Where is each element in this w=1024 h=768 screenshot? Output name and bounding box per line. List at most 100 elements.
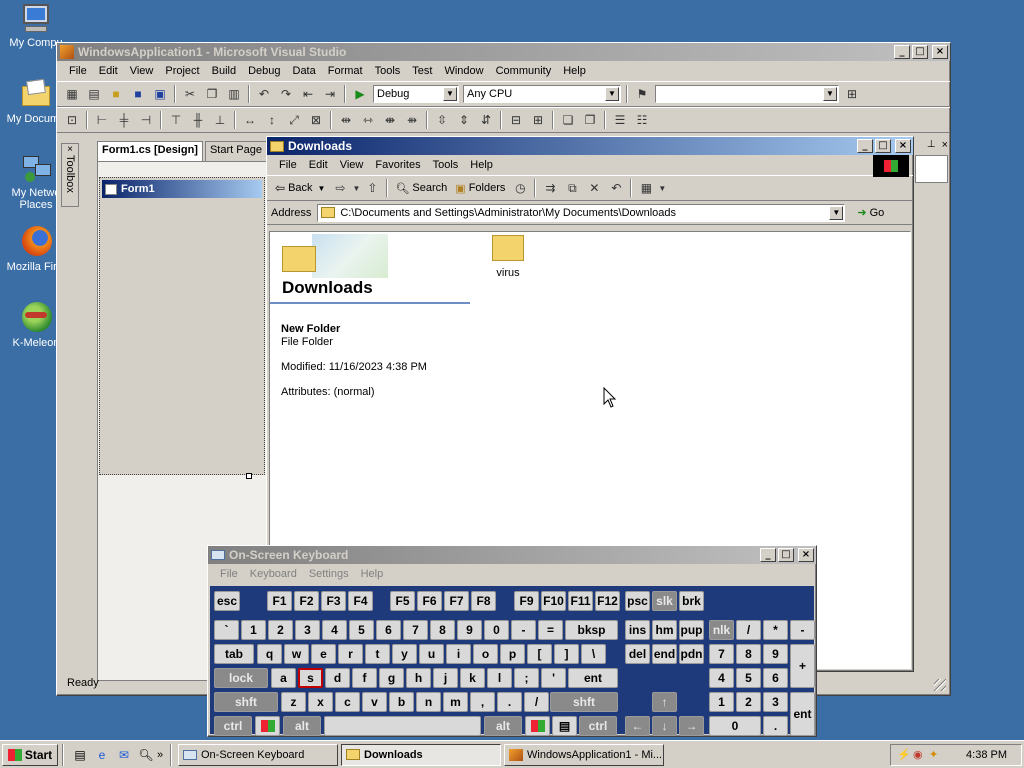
- key-f10[interactable]: F10: [541, 591, 566, 611]
- key-g[interactable]: g: [379, 668, 404, 688]
- key-f7[interactable]: F7: [444, 591, 469, 611]
- key-pup[interactable]: pup: [679, 620, 704, 640]
- menu-test[interactable]: Test: [406, 65, 438, 77]
- menu-help[interactable]: Help: [355, 568, 390, 580]
- solution-explorer-icon[interactable]: ⊞: [841, 84, 863, 104]
- key-shft[interactable]: shft: [550, 692, 618, 712]
- key-p[interactable]: p: [500, 644, 525, 664]
- key-v[interactable]: v: [362, 692, 387, 712]
- start-button[interactable]: Start: [2, 743, 58, 766]
- key-2[interactable]: 2: [268, 620, 293, 640]
- key-3[interactable]: 3: [763, 692, 788, 712]
- outlook-express-icon[interactable]: ✉: [113, 748, 135, 762]
- key-o[interactable]: o: [473, 644, 498, 664]
- find-in-files-icon[interactable]: ⚑: [631, 84, 653, 104]
- task-downloads[interactable]: Downloads: [341, 743, 501, 766]
- search-icon[interactable]: 🔍︎: [135, 748, 157, 762]
- key-quote[interactable]: ': [541, 668, 566, 688]
- menu-view[interactable]: View: [124, 65, 160, 77]
- key-e[interactable]: e: [311, 644, 336, 664]
- key-ins[interactable]: ins: [625, 620, 650, 640]
- copy-to-icon[interactable]: ⧉: [561, 178, 583, 198]
- copy-icon[interactable]: ❐: [201, 84, 223, 104]
- align-middles-icon[interactable]: ╫: [187, 110, 209, 130]
- center-horizontally-icon[interactable]: ⊟: [505, 110, 527, 130]
- maximize-button[interactable]: □: [875, 139, 891, 153]
- key-8[interactable]: 8: [430, 620, 455, 640]
- decrease-horizontal-spacing-icon[interactable]: ⇼: [379, 110, 401, 130]
- remove-horizontal-spacing-icon[interactable]: ⇻: [401, 110, 423, 130]
- key-1[interactable]: 1: [709, 692, 734, 712]
- align-bottoms-icon[interactable]: ⊥: [209, 110, 231, 130]
- maximize-button[interactable]: □: [912, 45, 928, 59]
- key-slash[interactable]: /: [736, 620, 761, 640]
- pin-icon[interactable]: ⊥: [927, 139, 936, 155]
- move-to-icon[interactable]: ⇉: [539, 178, 561, 198]
- menu-file[interactable]: File: [273, 159, 303, 171]
- key-7[interactable]: 7: [403, 620, 428, 640]
- up-folder-icon[interactable]: ⇧: [361, 178, 383, 198]
- key-f1[interactable]: F1: [267, 591, 292, 611]
- key-ent[interactable]: ent: [790, 692, 815, 736]
- menu-format[interactable]: Format: [322, 65, 369, 77]
- center-vertically-icon[interactable]: ⊞: [527, 110, 549, 130]
- menu-community[interactable]: Community: [490, 65, 558, 77]
- menu-view[interactable]: View: [334, 159, 370, 171]
- send-to-back-icon[interactable]: ❐: [579, 110, 601, 130]
- key-rbracket[interactable]: ]: [554, 644, 579, 664]
- save-icon[interactable]: ■: [127, 84, 149, 104]
- key-slk[interactable]: slk: [652, 591, 677, 611]
- menu-data[interactable]: Data: [287, 65, 322, 77]
- start-debug-icon[interactable]: ▶: [349, 84, 371, 104]
- key-up[interactable]: ↑: [652, 692, 677, 712]
- chevron-down-icon[interactable]: ▼: [657, 178, 667, 198]
- make-same-height-icon[interactable]: ↕: [261, 110, 283, 130]
- solution-platform-combo[interactable]: Any CPU ▼: [463, 85, 621, 103]
- menu-file[interactable]: File: [214, 568, 244, 580]
- key-alt[interactable]: alt: [484, 716, 522, 736]
- form1-designer[interactable]: Form1: [99, 177, 265, 475]
- close-icon[interactable]: ×: [942, 139, 948, 155]
- folders-button[interactable]: ▣ Folders: [451, 182, 509, 195]
- key-pdn[interactable]: pdn: [679, 644, 704, 664]
- key-k[interactable]: k: [460, 668, 485, 688]
- key-3[interactable]: 3: [295, 620, 320, 640]
- key-period[interactable]: .: [763, 716, 788, 736]
- key-semicolon[interactable]: ;: [514, 668, 539, 688]
- key-0[interactable]: 0: [709, 716, 761, 736]
- add-item-icon[interactable]: ▤: [83, 84, 105, 104]
- key-1[interactable]: 1: [241, 620, 266, 640]
- key-s[interactable]: s: [298, 668, 323, 688]
- navigate-back-icon[interactable]: ⇤: [297, 84, 319, 104]
- key-b[interactable]: b: [389, 692, 414, 712]
- key-d[interactable]: d: [325, 668, 350, 688]
- key-comma[interactable]: ,: [470, 692, 495, 712]
- vertical-spacing-equal-icon[interactable]: ⇳: [431, 110, 453, 130]
- key-ctrl[interactable]: ctrl: [214, 716, 252, 736]
- views-icon[interactable]: ▦: [635, 178, 657, 198]
- sound-tray-icon[interactable]: ◉: [913, 748, 923, 761]
- key-0[interactable]: 0: [484, 620, 509, 640]
- align-tops-icon[interactable]: ⊤: [165, 110, 187, 130]
- key-psc[interactable]: psc: [625, 591, 650, 611]
- close-button[interactable]: ×: [895, 139, 911, 153]
- key-n[interactable]: n: [416, 692, 441, 712]
- paste-icon[interactable]: ▥: [223, 84, 245, 104]
- key-2[interactable]: 2: [736, 692, 761, 712]
- key-plus[interactable]: +: [790, 644, 815, 688]
- bring-to-front-icon[interactable]: ❏: [557, 110, 579, 130]
- save-all-icon[interactable]: ▣: [149, 84, 171, 104]
- toolbox-tab[interactable]: × Toolbox: [61, 143, 79, 207]
- make-same-width-icon[interactable]: ↔: [239, 110, 261, 130]
- key-5[interactable]: 5: [349, 620, 374, 640]
- align-to-grid-icon[interactable]: ⊡: [61, 110, 83, 130]
- key-f12[interactable]: F12: [595, 591, 620, 611]
- key-brk[interactable]: brk: [679, 591, 704, 611]
- increase-vertical-spacing-icon[interactable]: ⇕: [453, 110, 475, 130]
- menu-debug[interactable]: Debug: [242, 65, 286, 77]
- key-z[interactable]: z: [281, 692, 306, 712]
- key-right[interactable]: →: [679, 716, 704, 736]
- key-f5[interactable]: F5: [390, 591, 415, 611]
- key-minus[interactable]: -: [790, 620, 815, 640]
- open-icon[interactable]: ■: [105, 84, 127, 104]
